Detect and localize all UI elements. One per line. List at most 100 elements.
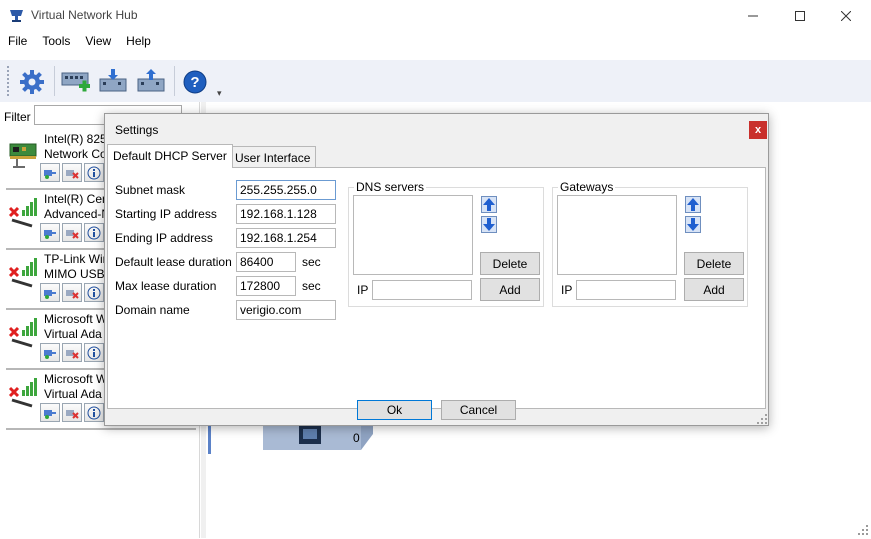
menu-bar: File Tools View Help: [0, 32, 871, 52]
connect-adapter-button[interactable]: [40, 283, 60, 302]
wireless-adapter-disconnected-icon: [8, 256, 40, 290]
ending-ip-label: Ending IP address: [115, 231, 213, 245]
minimize-button[interactable]: [730, 0, 776, 32]
adapter-info-button[interactable]: [84, 403, 104, 422]
maximize-button[interactable]: [777, 0, 823, 32]
max-lease-duration-input[interactable]: 172800: [236, 276, 296, 296]
tab-default-dhcp-server[interactable]: Default DHCP Server: [107, 144, 233, 168]
lease-duration-label: Default lease duration: [115, 255, 232, 269]
title-bar: Virtual Network Hub: [0, 0, 871, 32]
toolbar-separator: [54, 66, 55, 96]
window-resize-grip[interactable]: [857, 524, 869, 536]
dns-ip-label: IP: [357, 283, 369, 297]
gateway-add-button[interactable]: Add: [684, 278, 744, 301]
disconnect-plug-icon: [66, 409, 79, 419]
adapter-info-button[interactable]: [84, 283, 104, 302]
export-hub-icon: [137, 69, 165, 92]
wireless-adapter-disconnected-icon: [8, 316, 40, 350]
domain-name-input[interactable]: verigio.com: [236, 300, 336, 320]
disconnect-adapter-button[interactable]: [62, 283, 82, 302]
cancel-button[interactable]: Cancel: [441, 400, 516, 420]
toolbar-grip[interactable]: [7, 66, 9, 96]
disconnect-plug-icon: [66, 349, 79, 359]
info-icon: [87, 406, 101, 419]
adapter-info-button[interactable]: [84, 343, 104, 362]
settings-button[interactable]: [16, 66, 48, 98]
dns-move-down-button[interactable]: [479, 215, 499, 234]
add-hub-icon: [61, 72, 90, 92]
adapter-info-button[interactable]: [84, 163, 104, 182]
lease-duration-input[interactable]: 86400: [236, 252, 296, 272]
info-icon: [87, 226, 101, 239]
help-icon: ?: [183, 70, 207, 94]
ok-button[interactable]: Ok: [357, 400, 432, 420]
wireless-adapter-disconnected-icon: [8, 376, 40, 410]
dns-ip-input[interactable]: [372, 280, 472, 300]
connect-adapter-button[interactable]: [40, 223, 60, 242]
menu-view[interactable]: View: [77, 32, 118, 52]
dns-servers-list[interactable]: [353, 195, 473, 275]
add-hub-button[interactable]: [60, 66, 92, 98]
disconnect-adapter-button[interactable]: [62, 223, 82, 242]
arrow-up-icon: [685, 196, 701, 213]
network-card-icon: [8, 136, 40, 170]
dialog-title: Settings: [115, 123, 159, 137]
starting-ip-input[interactable]: 192.168.1.128: [236, 204, 336, 224]
dns-delete-button[interactable]: Delete: [480, 252, 540, 275]
gateways-list[interactable]: [557, 195, 677, 275]
connect-plug-icon: [44, 289, 56, 299]
disconnect-adapter-button[interactable]: [62, 403, 82, 422]
gateway-delete-button[interactable]: Delete: [684, 252, 744, 275]
menu-help[interactable]: Help: [118, 32, 158, 52]
dns-move-up-button[interactable]: [479, 195, 499, 214]
menu-tools[interactable]: Tools: [34, 32, 77, 52]
max-lease-duration-label: Max lease duration: [115, 279, 217, 293]
connect-plug-icon: [44, 349, 56, 359]
dns-add-button[interactable]: Add: [480, 278, 540, 301]
dhcp-tab-panel: Subnet mask Starting IP address Ending I…: [107, 167, 766, 409]
disconnect-adapter-button[interactable]: [62, 343, 82, 362]
dialog-close-button[interactable]: x: [749, 121, 767, 139]
gateway-ip-label: IP: [561, 283, 573, 297]
gateway-move-up-button[interactable]: [683, 195, 703, 214]
domain-name-label: Domain name: [115, 303, 190, 317]
dns-servers-title: DNS servers: [354, 180, 427, 194]
subnet-mask-input[interactable]: 255.255.255.0: [236, 180, 336, 200]
connect-adapter-button[interactable]: [40, 163, 60, 182]
help-button[interactable]: ?: [179, 66, 211, 98]
export-button[interactable]: [136, 66, 168, 98]
disconnect-plug-icon: [66, 289, 79, 299]
connect-plug-icon: [44, 409, 56, 419]
svg-text:?: ?: [190, 74, 199, 91]
close-icon: [841, 11, 851, 21]
filter-label: Filter: [4, 110, 31, 124]
connect-adapter-button[interactable]: [40, 403, 60, 422]
toolbar-overflow-icon[interactable]: ▾: [217, 88, 222, 99]
minimize-icon: [748, 15, 758, 17]
gear-icon: [20, 70, 44, 94]
window-close-button[interactable]: [823, 0, 869, 32]
adapter-info-button[interactable]: [84, 223, 104, 242]
info-icon: [87, 286, 101, 299]
gateway-move-down-button[interactable]: [683, 215, 703, 234]
window-title: Virtual Network Hub: [31, 8, 138, 22]
gateway-ip-input[interactable]: [576, 280, 676, 300]
dialog-resize-grip[interactable]: [756, 413, 768, 425]
wireless-adapter-disconnected-icon: [8, 196, 40, 230]
settings-dialog: Settings x Default DHCP Server User Inte…: [104, 113, 769, 426]
arrow-down-icon: [481, 216, 497, 233]
app-hub-icon: [9, 8, 24, 23]
arrow-up-icon: [481, 196, 497, 213]
lease-unit-label: sec: [302, 255, 321, 269]
connect-adapter-button[interactable]: [40, 343, 60, 362]
hub-port-count: 0: [353, 431, 360, 445]
subnet-mask-label: Subnet mask: [115, 183, 186, 197]
info-icon: [87, 166, 101, 179]
tab-user-interface[interactable]: User Interface: [229, 146, 317, 168]
disconnect-adapter-button[interactable]: [62, 163, 82, 182]
import-button[interactable]: [98, 66, 130, 98]
menu-file[interactable]: File: [0, 32, 34, 52]
toolbar: ? ▾: [0, 60, 871, 102]
maximize-icon: [795, 11, 805, 21]
ending-ip-input[interactable]: 192.168.1.254: [236, 228, 336, 248]
